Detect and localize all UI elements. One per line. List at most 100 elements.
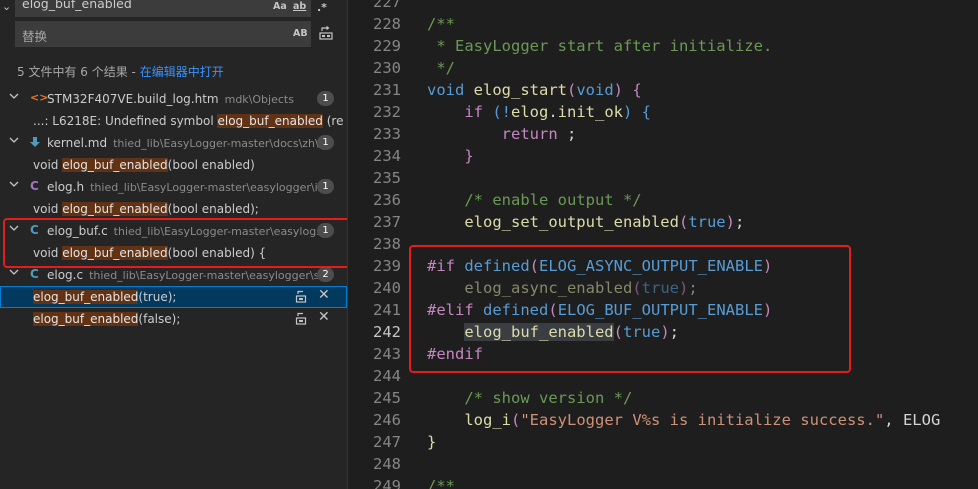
- line-number: 239: [373, 257, 401, 275]
- match-highlight: elog_buf_enabled: [62, 202, 168, 216]
- keyword: true: [688, 213, 726, 231]
- file-result-row[interactable]: kernel.md thied_lib\EasyLogger-master\doc…: [0, 132, 347, 154]
- line-number: 231: [373, 81, 401, 99]
- line-number: 237: [373, 213, 401, 231]
- annotation-box: [409, 245, 851, 373]
- identifier: init_ok: [557, 103, 623, 121]
- string-literal: "EasyLogger V%s is initialize success.": [520, 411, 885, 429]
- code-editor[interactable]: 227 228 229 230 231 232 233 234 235 236 …: [348, 0, 978, 489]
- file-name: elog.c: [47, 268, 84, 282]
- line-number: 236: [373, 191, 401, 209]
- chevron-down-icon[interactable]: [9, 135, 19, 145]
- bracket: }: [427, 433, 437, 451]
- match-highlight: elog_buf_enabled: [33, 290, 139, 304]
- match-prefix: ...: L6218E: Undefined symbol: [33, 114, 218, 128]
- match-row[interactable]: elog_buf_enabled(false); ✕: [0, 308, 347, 330]
- chevron-down-icon[interactable]: [9, 179, 19, 189]
- match-count-badge: 1: [317, 91, 334, 106]
- code-line[interactable]: return ;: [427, 123, 577, 145]
- match-highlight: elog_buf_enabled: [217, 114, 323, 128]
- code-line[interactable]: * EasyLogger start after initialize.: [427, 35, 772, 57]
- c-header-file-icon: C: [30, 179, 39, 193]
- preserve-case-icon[interactable]: AB: [293, 28, 308, 39]
- markdown-file-icon: [30, 137, 40, 147]
- current-line-number: 242: [373, 323, 401, 341]
- comment: /**: [427, 15, 455, 33]
- code-line[interactable]: /**: [427, 13, 455, 35]
- match-row[interactable]: ...: L6218E: Undefined symbol elog_buf_e…: [0, 110, 347, 132]
- match-row[interactable]: void elog_buf_enabled(bool enabled): [0, 154, 347, 176]
- line-number: 245: [373, 389, 401, 407]
- comment: /* enable output */: [464, 191, 642, 209]
- punctuation: ;: [557, 125, 577, 143]
- line-number: 233: [373, 125, 401, 143]
- replace-icon[interactable]: [295, 290, 307, 303]
- match-suffix: (bool enabled): [167, 158, 255, 172]
- keyword: if: [464, 103, 483, 121]
- match-row[interactable]: elog_buf_enabled(true); ✕: [0, 286, 347, 308]
- code-line[interactable]: /* enable output */: [427, 189, 642, 211]
- file-result-row[interactable]: C elog.h thied_lib\EasyLogger-master\easy…: [0, 176, 347, 198]
- comment: * EasyLogger start after initialize.: [427, 37, 773, 55]
- results-summary: 5 文件中有 6 个结果 - 在编辑器中打开: [17, 63, 224, 80]
- keyword: void: [427, 81, 465, 99]
- code-line[interactable]: void elog_start(void) {: [427, 79, 642, 101]
- code-line[interactable]: /* show version */: [427, 387, 632, 409]
- identifier: elog: [511, 103, 549, 121]
- file-name: kernel.md: [47, 136, 108, 150]
- chevron-down-icon[interactable]: [9, 267, 19, 277]
- line-number: 230: [373, 59, 401, 77]
- chevron-down-icon[interactable]: [9, 91, 19, 101]
- replace-input[interactable]: 替换 AB: [15, 21, 311, 47]
- line-number: 238: [373, 235, 401, 253]
- operator: .: [548, 103, 558, 121]
- match-highlight: elog_buf_enabled: [33, 312, 139, 326]
- replace-icon[interactable]: [295, 312, 307, 325]
- line-number: 246: [373, 411, 401, 429]
- line-number: 249: [373, 477, 401, 489]
- regex-icon[interactable]: .*: [317, 1, 327, 14]
- match-count-badge: 1: [317, 135, 334, 150]
- match-prefix: void: [33, 158, 63, 172]
- file-path: mdk\Objects: [224, 93, 294, 106]
- match-count-badge: 2: [317, 267, 334, 282]
- code-line[interactable]: log_i("EasyLogger V%s is initialize succ…: [427, 409, 940, 431]
- match-suffix: (false);: [138, 312, 181, 326]
- function-call: elog_set_output_enabled: [464, 213, 679, 231]
- line-number: 244: [373, 367, 401, 385]
- results-count-text: 5 文件中有 6 个结果 -: [17, 65, 140, 79]
- match-count-badge: 1: [317, 179, 334, 194]
- code-line[interactable]: }: [427, 145, 473, 167]
- line-number: 248: [373, 455, 401, 473]
- code-line[interactable]: }: [427, 431, 436, 453]
- match-case-icon[interactable]: Aa: [273, 1, 287, 12]
- operator: (!: [483, 103, 511, 121]
- html-file-icon: <>: [30, 91, 49, 104]
- open-in-editor-link[interactable]: 在编辑器中打开: [140, 65, 224, 79]
- line-number: 241: [373, 301, 401, 319]
- code-line[interactable]: elog_set_output_enabled(true);: [427, 211, 744, 233]
- line-number: 228: [373, 15, 401, 33]
- search-sidebar: ⌄ elog_buf_enabled Aa ab .* 替换 AB 5 文件中有…: [0, 0, 347, 489]
- argument: , ELOG: [884, 411, 941, 429]
- replace-all-icon[interactable]: [319, 26, 333, 40]
- file-name: elog.h: [47, 180, 85, 194]
- dismiss-icon[interactable]: ✕: [318, 309, 330, 325]
- replace-input-placeholder[interactable]: 替换: [22, 26, 47, 45]
- file-path: thied_lib\EasyLogger-master\docs\zh\...: [113, 137, 330, 150]
- match-suffix: (refe...: [326, 114, 343, 128]
- chevron-down-icon[interactable]: ⌄: [2, 0, 11, 13]
- line-number: 229: [373, 37, 401, 55]
- line-number: 234: [373, 147, 401, 165]
- search-input[interactable]: elog_buf_enabled Aa ab: [15, 0, 311, 17]
- code-line[interactable]: */: [427, 57, 455, 79]
- line-number: 243: [373, 345, 401, 363]
- code-line[interactable]: /**: [427, 475, 455, 489]
- search-input-value[interactable]: elog_buf_enabled: [22, 0, 132, 11]
- match-row[interactable]: void elog_buf_enabled(bool enabled);: [0, 198, 347, 220]
- whole-word-icon[interactable]: ab: [293, 1, 306, 12]
- line-number: 240: [373, 279, 401, 297]
- code-line[interactable]: if (!elog.init_ok) {: [427, 101, 651, 123]
- file-result-row[interactable]: <> STM32F407VE.build_log.htm mdk\Objects …: [0, 88, 347, 110]
- dismiss-icon[interactable]: ✕: [318, 287, 330, 303]
